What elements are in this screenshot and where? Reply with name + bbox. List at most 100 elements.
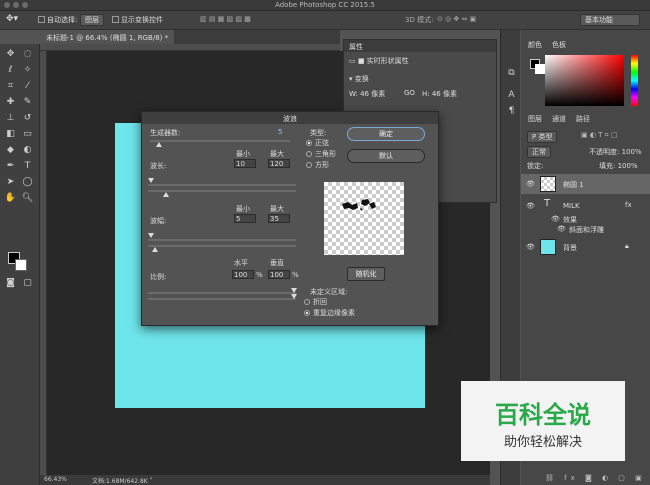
wavelength-min-slider[interactable] bbox=[148, 184, 296, 186]
path-select-icon[interactable]: ➤ bbox=[3, 175, 18, 190]
type-radio-square[interactable]: 方形 bbox=[306, 160, 329, 170]
magic-wand-icon[interactable]: ✧ bbox=[20, 63, 35, 78]
layer-thumbnail bbox=[540, 176, 556, 192]
quick-mask-icon[interactable]: ◙ bbox=[3, 276, 18, 291]
blend-mode-dropdown[interactable]: 正常 bbox=[527, 146, 551, 158]
layer-row[interactable]: 👁︎ 椭圆 1 bbox=[521, 174, 650, 194]
eye-icon[interactable]: 👁︎ bbox=[557, 225, 566, 233]
screen-mode-icon[interactable]: ▢ bbox=[20, 276, 35, 291]
amplitude-min-knob[interactable] bbox=[148, 233, 154, 238]
paragraph-panel-icon[interactable]: ¶ bbox=[504, 104, 519, 119]
height-field[interactable]: H: 46 像素 bbox=[422, 89, 457, 99]
amplitude-max-knob[interactable] bbox=[152, 247, 158, 252]
wavelength-max-slider[interactable] bbox=[148, 190, 296, 192]
tab-swatches[interactable]: 色板 bbox=[548, 38, 570, 52]
scale-horizontal-knob[interactable] bbox=[291, 288, 297, 293]
tab-paths[interactable]: 路径 bbox=[572, 112, 594, 126]
character-panel-icon[interactable]: A bbox=[504, 88, 519, 103]
text-layer-icon: T bbox=[544, 198, 551, 209]
zoom-level[interactable]: 66.43% bbox=[44, 476, 67, 483]
history-brush-icon[interactable]: ↺ bbox=[20, 111, 35, 126]
generators-slider[interactable] bbox=[150, 140, 290, 142]
amplitude-min-slider[interactable] bbox=[148, 239, 296, 241]
scale-horizontal-slider[interactable] bbox=[148, 292, 296, 294]
status-arrow-icon[interactable]: › bbox=[150, 475, 152, 482]
healing-brush-icon[interactable]: ✚ bbox=[3, 95, 18, 110]
title-bar: Adobe Photoshop CC 2015.5 bbox=[0, 0, 650, 11]
eye-icon[interactable]: 👁︎ bbox=[526, 243, 535, 251]
layer-row[interactable]: 👁︎ 背景 🔒︎ bbox=[521, 237, 650, 257]
undefined-radio-repeat[interactable]: 重复边缘像素 bbox=[304, 308, 355, 318]
blur-tool-icon[interactable]: ◆ bbox=[3, 143, 18, 158]
scale-vertical-slider[interactable] bbox=[148, 298, 296, 300]
wavelength-max-value: 120 bbox=[270, 160, 284, 168]
effect-row[interactable]: 👁︎ 斜面和浮雕 bbox=[521, 224, 650, 234]
layer-name[interactable]: 背景 bbox=[563, 243, 577, 253]
transform-label: ▾ 变换 bbox=[349, 75, 369, 83]
reset-button[interactable]: 默认 bbox=[347, 149, 425, 163]
auto-select-checkbox[interactable]: 自动选择: bbox=[38, 15, 77, 25]
move-tool-icon[interactable]: ✥▾ bbox=[6, 14, 18, 24]
crop-tool-icon[interactable]: ⌗ bbox=[3, 79, 18, 94]
hue-slider[interactable] bbox=[631, 55, 638, 106]
zoom-tool-icon[interactable]: 🔍︎ bbox=[20, 191, 35, 206]
wavelength-min-knob[interactable] bbox=[148, 178, 154, 183]
wavelength-max-knob[interactable] bbox=[163, 192, 169, 197]
watermark-logo: 百科全说 助你轻松解决 bbox=[461, 381, 625, 461]
layer-name[interactable]: 椭圆 1 bbox=[563, 180, 584, 190]
ok-button[interactable]: 确定 bbox=[347, 127, 425, 141]
fill-field[interactable]: 填充: 100% bbox=[599, 161, 638, 171]
properties-tab[interactable]: 属性 bbox=[344, 40, 496, 52]
layer-filter-dropdown[interactable]: P 类型 bbox=[527, 131, 558, 143]
hand-tool-icon[interactable]: ✋ bbox=[3, 191, 18, 206]
amplitude-max-slider[interactable] bbox=[148, 245, 296, 247]
amplitude-label: 波幅: bbox=[150, 217, 167, 225]
show-transform-checkbox[interactable]: 显示变换控件 bbox=[112, 15, 163, 25]
move-tool-icon[interactable]: ✥ bbox=[3, 47, 18, 62]
color-picker-field[interactable] bbox=[545, 55, 624, 106]
eye-icon[interactable]: 👁︎ bbox=[551, 215, 560, 223]
marquee-tool-icon[interactable]: ◌ bbox=[20, 47, 35, 62]
eye-icon[interactable]: 👁︎ bbox=[526, 180, 535, 188]
tab-channels[interactable]: 通道 bbox=[548, 112, 570, 126]
eyedropper-icon[interactable]: ⁄ bbox=[20, 79, 35, 94]
fx-icon[interactable]: fx bbox=[625, 201, 632, 209]
align-icons[interactable]: ▥ ▤ ▦ ▧ ▨ ▩ bbox=[200, 15, 251, 23]
layer-select-dropdown[interactable]: 图层 bbox=[80, 14, 104, 26]
scale-vertical-knob[interactable] bbox=[291, 294, 297, 299]
width-field[interactable]: W: 46 像素 bbox=[349, 89, 385, 99]
history-panel-icon[interactable]: ⧉ bbox=[504, 66, 519, 81]
eye-icon[interactable]: 👁︎ bbox=[526, 202, 535, 210]
stamp-tool-icon[interactable]: ⊥ bbox=[3, 111, 18, 126]
generators-value[interactable]: 5 bbox=[278, 128, 282, 136]
pen-tool-icon[interactable]: ✒ bbox=[3, 159, 18, 174]
window-title: Adobe Photoshop CC 2015.5 bbox=[275, 1, 375, 9]
link-icon[interactable]: GO bbox=[404, 89, 415, 97]
undefined-radio-wrap[interactable]: 折回 bbox=[304, 297, 327, 307]
layer-name[interactable]: MILK bbox=[563, 202, 580, 210]
document-tab[interactable]: 未标题-1 @ 66.4% (椭圆 1, RGB/8) * bbox=[40, 30, 175, 44]
layer-row[interactable]: 👁︎ T MILK fx bbox=[521, 196, 650, 216]
workspace-dropdown[interactable]: 基本功能 bbox=[580, 14, 640, 26]
effects-row[interactable]: 👁︎ 效果 bbox=[521, 214, 650, 224]
generators-slider-knob[interactable] bbox=[156, 142, 162, 147]
document-tab-bar: 未标题-1 @ 66.4% (椭圆 1, RGB/8) * bbox=[40, 30, 340, 44]
tab-layers[interactable]: 图层 bbox=[524, 112, 546, 126]
layer-bottom-icons[interactable]: ⛓ fx ◙ ◐ ▢ ▣ 🗑︎ bbox=[545, 474, 650, 482]
tab-color[interactable]: 颜色 bbox=[524, 38, 546, 52]
brush-tool-icon[interactable]: ✎ bbox=[20, 95, 35, 110]
eraser-tool-icon[interactable]: ◧ bbox=[3, 127, 18, 142]
mode-3d-icons[interactable]: ⊙ ◎ ✥ ⇔ ▣ bbox=[437, 15, 476, 23]
dodge-tool-icon[interactable]: ◐ bbox=[20, 143, 35, 158]
type-radio-sine[interactable]: 正弦 bbox=[306, 138, 329, 148]
background-color-swatch[interactable] bbox=[15, 259, 27, 271]
opacity-field[interactable]: 不透明度: 100% bbox=[589, 147, 642, 157]
type-radio-triangle[interactable]: 三角形 bbox=[306, 149, 336, 159]
type-tool-icon[interactable]: T bbox=[20, 159, 35, 174]
layer-filter-icons[interactable]: ▣ ◐ T ⌗ ▢ bbox=[581, 131, 617, 140]
gradient-tool-icon[interactable]: ▭ bbox=[20, 127, 35, 142]
background-color-swatch[interactable] bbox=[535, 64, 545, 74]
lasso-tool-icon[interactable]: ℓ bbox=[3, 63, 18, 78]
randomize-button[interactable]: 随机化 bbox=[347, 267, 385, 281]
ellipse-tool-icon[interactable]: ◯ bbox=[20, 175, 35, 190]
